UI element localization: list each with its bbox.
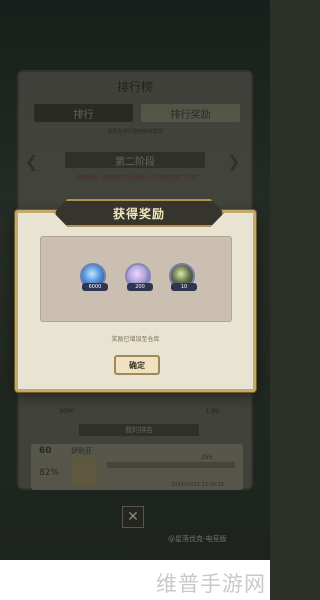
material-icon[interactable]: 10	[169, 263, 197, 291]
dialog-title: 获得奖励	[112, 206, 165, 221]
reward-items-box: 6000 200 10	[40, 236, 232, 322]
crystal-icon[interactable]: 6000	[80, 263, 108, 291]
brand-strip: 维普手游网	[0, 560, 270, 600]
reward-dialog: 获得奖励 6000 200 10 奖励已增加至仓库 确定	[15, 199, 256, 392]
item-quantity: 10	[171, 283, 197, 291]
potion-icon[interactable]: 200	[125, 263, 153, 291]
brand-watermark: 维普手游网	[156, 572, 266, 596]
item-quantity: 6000	[82, 283, 108, 291]
dialog-header: 获得奖励	[54, 199, 224, 227]
reward-hint: 奖励已增加至仓库	[111, 336, 160, 343]
confirm-button[interactable]: 确定	[114, 355, 160, 375]
item-quantity: 200	[127, 283, 153, 291]
